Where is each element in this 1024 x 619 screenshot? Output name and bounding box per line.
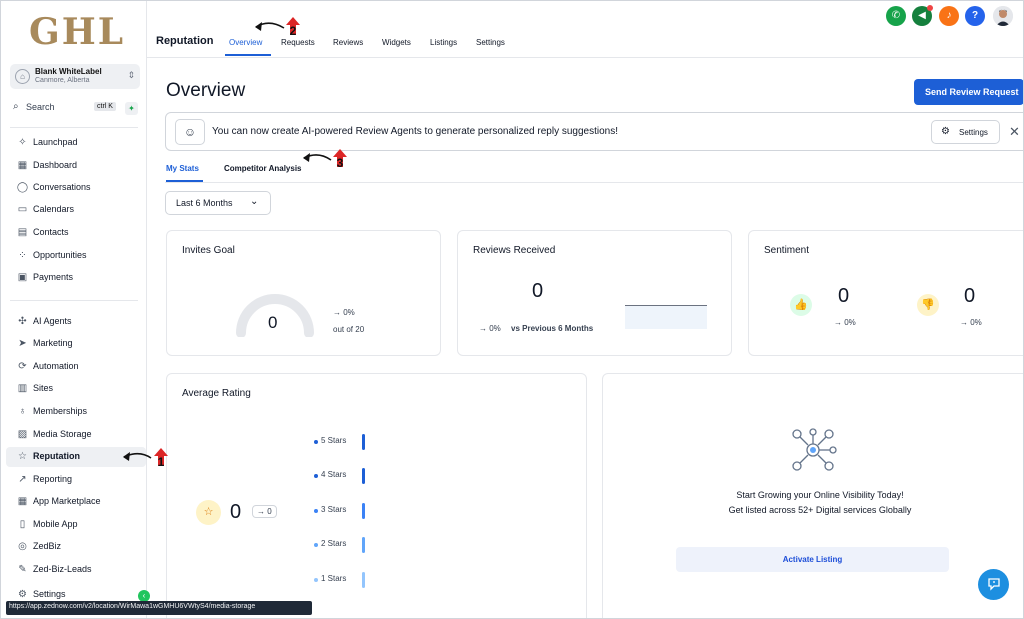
app-frame: GHL ⌂ Blank WhiteLabel Canmore, Alberta … xyxy=(0,0,1024,619)
annotation-label-2: 2 xyxy=(289,24,297,38)
annotation-label-1: 1 xyxy=(157,455,165,469)
annotation-label-3: 3 xyxy=(336,156,344,170)
annotation-overlay xyxy=(123,17,347,466)
